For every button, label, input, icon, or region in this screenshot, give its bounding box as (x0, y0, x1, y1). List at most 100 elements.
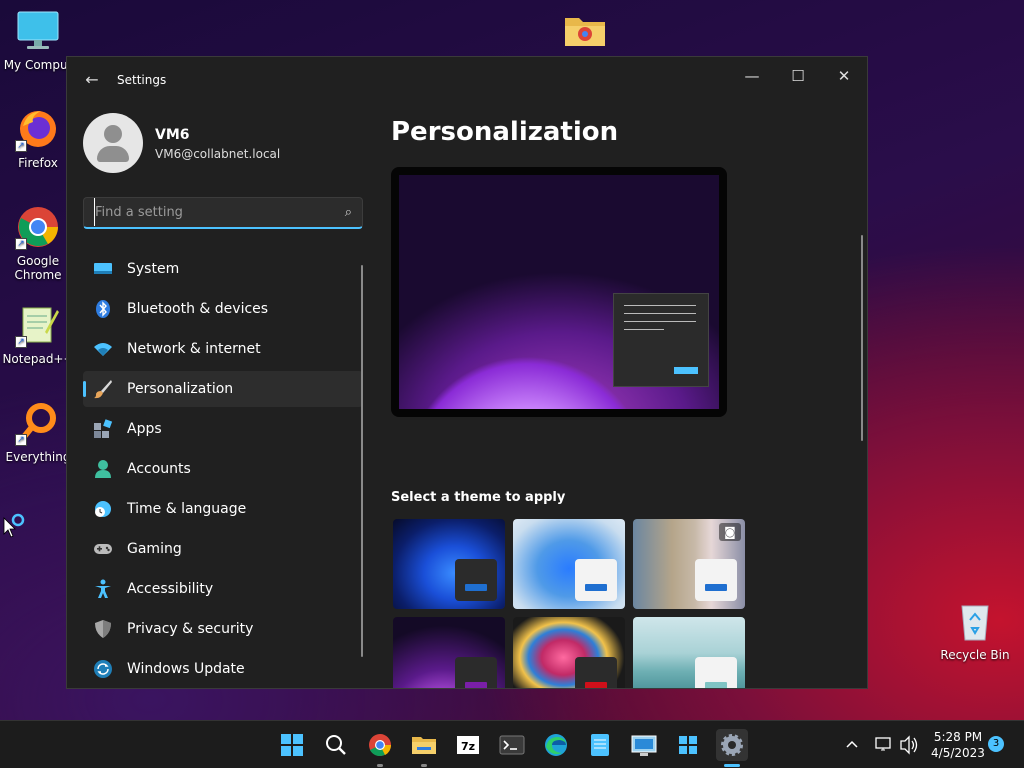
firefox-icon: ↗ (15, 106, 61, 152)
gamepad-icon (93, 539, 113, 559)
sidebar-item-privacy[interactable]: Privacy & security (83, 611, 363, 647)
theme-thumbnail-windows-light[interactable] (513, 519, 625, 609)
content-scrollbar[interactable] (861, 235, 863, 441)
notepadpp-icon: ↗ (15, 302, 61, 348)
globe-clock-icon (93, 499, 113, 519)
chrome-icon: ↗ (15, 204, 61, 250)
sidebar-nav: System Bluetooth & devices Network & int… (83, 251, 363, 688)
taskbar-settings[interactable] (716, 729, 748, 767)
sidebar-item-label: Personalization (127, 381, 234, 397)
theme-thumbnail-windows-dark[interactable] (393, 519, 505, 609)
sidebar-scrollbar[interactable] (361, 265, 363, 657)
desktop-icon-label: Recycle Bin (940, 648, 1010, 662)
bluetooth-icon (93, 299, 113, 319)
clock[interactable]: 5:28 PM 4/5/2023 (926, 721, 990, 768)
camera-icon[interactable]: ◙ (719, 523, 741, 541)
sidebar-item-accounts[interactable]: Accounts (83, 451, 363, 487)
system-icon (93, 259, 113, 279)
sidebar-item-accessibility[interactable]: Accessibility (83, 571, 363, 607)
taskbar-chrome[interactable] (364, 729, 396, 767)
sidebar-item-windows-update[interactable]: Windows Update (83, 651, 363, 687)
close-button[interactable]: ✕ (821, 61, 867, 91)
recycle-bin-icon (952, 598, 998, 644)
search-icon[interactable]: ⌕ (345, 205, 352, 220)
maximize-icon: ☐ (791, 67, 805, 85)
avatar (83, 113, 143, 173)
window-title: Settings (117, 73, 167, 87)
wifi-icon (93, 339, 113, 359)
preview-window (613, 293, 709, 387)
user-profile[interactable]: VM6 VM6@collabnet.local (83, 113, 363, 177)
start-icon (281, 734, 303, 756)
7zip-icon: 7z (457, 736, 479, 754)
file-explorer-icon (412, 737, 436, 754)
theme-thumbnail-windows-spotlight[interactable]: ◙ (633, 519, 745, 609)
sidebar-item-time-language[interactable]: Time & language (83, 491, 363, 527)
settings-icon (721, 734, 743, 756)
theme-thumbnail-flow[interactable] (633, 617, 745, 688)
desktop-icon-my-computer[interactable]: My Comput (0, 8, 76, 72)
minimize-button[interactable]: — (729, 61, 775, 91)
taskbar-remote-desktop[interactable] (628, 729, 660, 761)
sidebar-item-network[interactable]: Network & internet (83, 331, 363, 367)
shortcut-arrow-icon: ↗ (15, 238, 27, 250)
remote-desktop-icon (631, 735, 657, 756)
settings-window: ← Settings — ☐ ✕ VM6 VM6@collabnet.local… (66, 56, 868, 689)
sidebar-item-label: Apps (127, 421, 162, 437)
maximize-button[interactable]: ☐ (775, 61, 821, 91)
sidebar-item-label: Accessibility (127, 581, 214, 597)
desktop-icon-recycle-bin[interactable]: Recycle Bin (937, 598, 1013, 662)
search-input[interactable] (94, 198, 324, 226)
desktop-icon-label: My Comput (3, 58, 73, 72)
sidebar-item-label: Windows Update (127, 661, 245, 677)
loading-cursor-icon (2, 512, 26, 540)
taskbar-terminal[interactable] (496, 729, 528, 761)
sidebar-item-gaming[interactable]: Gaming (83, 531, 363, 567)
page-title: Personalization (391, 117, 619, 147)
sidebar-item-label: Accounts (127, 461, 191, 477)
desktop-folder-icon[interactable] (563, 12, 607, 48)
notification-badge[interactable]: 3 (988, 736, 1004, 752)
volume-control[interactable] (898, 721, 920, 768)
start-button[interactable] (276, 729, 308, 761)
update-icon (93, 659, 113, 679)
sidebar-item-bluetooth[interactable]: Bluetooth & devices (83, 291, 363, 327)
theme-thumbnail-glow[interactable] (393, 617, 505, 688)
sidebar-item-label: Bluetooth & devices (127, 301, 269, 317)
windows-icon (679, 736, 697, 754)
sidebar-item-label: Privacy & security (127, 621, 254, 637)
sidebar-item-system[interactable]: System (83, 251, 363, 287)
tray-overflow-button[interactable] (842, 721, 862, 768)
taskbar-file-explorer[interactable] (408, 729, 440, 767)
taskbar-windows-app[interactable] (672, 729, 704, 761)
taskbar-edge[interactable] (540, 729, 572, 761)
desktop-icon-firefox[interactable]: ↗ Firefox (0, 106, 76, 170)
taskbar-notepad[interactable] (584, 729, 616, 761)
desktop-icon-everything[interactable]: ↗ Everything (0, 400, 76, 464)
shortcut-arrow-icon: ↗ (15, 336, 27, 348)
accounts-icon (93, 459, 113, 479)
network-status[interactable] (872, 721, 894, 768)
shortcut-arrow-icon: ↗ (15, 140, 27, 152)
sidebar-item-label: Gaming (127, 541, 182, 557)
taskbar-7zip[interactable]: 7z (452, 729, 484, 761)
volume-icon (900, 735, 918, 755)
search-box[interactable]: ⌕ (83, 197, 363, 229)
desktop-icon-notepadpp[interactable]: ↗ Notepad++ (0, 302, 76, 366)
theme-thumbnail-captured-motion[interactable] (513, 617, 625, 688)
taskbar-search-button[interactable] (320, 729, 352, 761)
desktop-icon-label: Firefox (18, 156, 58, 170)
chrome-icon (369, 734, 392, 756)
sidebar-item-personalization[interactable]: Personalization (83, 371, 363, 407)
sidebar-item-apps[interactable]: Apps (83, 411, 363, 447)
desktop-icon-label: Google Chrome (14, 254, 62, 282)
chevron-up-icon (846, 740, 858, 748)
desktop-icon-label: Everything (5, 450, 71, 464)
title-bar: ← Settings — ☐ ✕ (67, 57, 867, 105)
desktop-icon-chrome[interactable]: ↗ Google Chrome (0, 204, 76, 282)
back-arrow-icon[interactable]: ← (81, 69, 103, 91)
apps-icon (93, 419, 113, 439)
edge-icon (545, 734, 567, 756)
shortcut-arrow-icon: ↗ (15, 434, 27, 446)
brush-icon (93, 379, 113, 399)
